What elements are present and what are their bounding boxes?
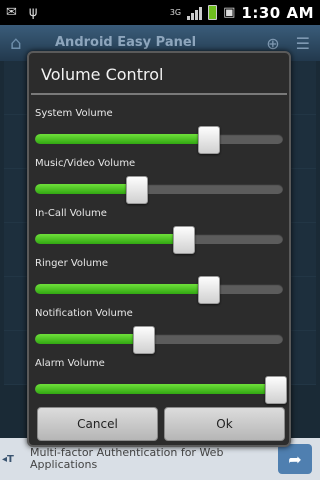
slider-in-call-volume: In-Call Volume bbox=[29, 208, 289, 258]
slider-fill bbox=[35, 234, 184, 244]
dialog-title: Volume Control bbox=[41, 65, 164, 84]
slider-fill bbox=[35, 384, 283, 394]
slider-track[interactable] bbox=[35, 234, 283, 244]
signal-icon bbox=[187, 6, 203, 20]
slider-fill bbox=[35, 284, 209, 294]
slider-label: System Volume bbox=[35, 108, 113, 119]
usb-icon: ψ bbox=[28, 5, 38, 20]
slider-track[interactable] bbox=[35, 334, 283, 344]
slider-track[interactable] bbox=[35, 284, 283, 294]
slider-label: Music/Video Volume bbox=[35, 158, 136, 169]
slider-alarm-volume: Alarm Volume bbox=[29, 358, 289, 408]
slider-thumb[interactable] bbox=[125, 176, 148, 204]
slider-thumb[interactable] bbox=[172, 226, 195, 254]
ad-logo-icon: ◂T bbox=[2, 453, 14, 465]
menu-icon[interactable]: ☰ bbox=[296, 34, 310, 53]
slider-fill bbox=[35, 184, 137, 194]
home-icon[interactable]: ⌂ bbox=[10, 33, 32, 54]
wifi-icon: ▣ bbox=[223, 5, 236, 20]
slider-thumb[interactable] bbox=[265, 376, 287, 404]
slider-track[interactable] bbox=[35, 384, 283, 394]
slider-label: Alarm Volume bbox=[35, 358, 105, 369]
slider-label: In-Call Volume bbox=[35, 208, 107, 219]
network-icon[interactable]: ⊕ bbox=[266, 34, 279, 53]
slider-fill bbox=[35, 334, 145, 344]
slider-system-volume: System Volume bbox=[29, 108, 289, 158]
volume-control-dialog: Volume Control System Volume Music/Video… bbox=[27, 51, 291, 447]
slider-label: Ringer Volume bbox=[35, 258, 109, 269]
network-type: 3G bbox=[169, 8, 182, 17]
app-title: Android Easy Panel bbox=[55, 35, 197, 50]
cancel-button[interactable]: Cancel bbox=[37, 407, 158, 441]
dialog-buttons: Cancel Ok bbox=[37, 407, 285, 441]
slider-thumb[interactable] bbox=[197, 126, 220, 154]
slider-track[interactable] bbox=[35, 134, 283, 144]
slider-ringer-volume: Ringer Volume bbox=[29, 258, 289, 308]
slider-music-video-volume: Music/Video Volume bbox=[29, 158, 289, 208]
slider-label: Notification Volume bbox=[35, 308, 133, 319]
alert-icon: ✉ bbox=[6, 5, 17, 20]
battery-icon bbox=[208, 5, 218, 20]
slider-notification-volume: Notification Volume bbox=[29, 308, 289, 358]
slider-thumb[interactable] bbox=[133, 326, 156, 354]
ok-button[interactable]: Ok bbox=[164, 407, 285, 441]
status-bar: ✉ ψ 3G ▣ 1:30 AM bbox=[0, 0, 320, 25]
slider-fill bbox=[35, 134, 209, 144]
title-divider bbox=[31, 93, 287, 95]
ad-arrow-button[interactable]: ➦ bbox=[278, 444, 312, 474]
ad-text: Multi-factor Authentication for Web Appl… bbox=[30, 446, 224, 471]
slider-track[interactable] bbox=[35, 184, 283, 194]
clock: 1:30 AM bbox=[241, 3, 314, 22]
slider-thumb[interactable] bbox=[197, 276, 220, 304]
